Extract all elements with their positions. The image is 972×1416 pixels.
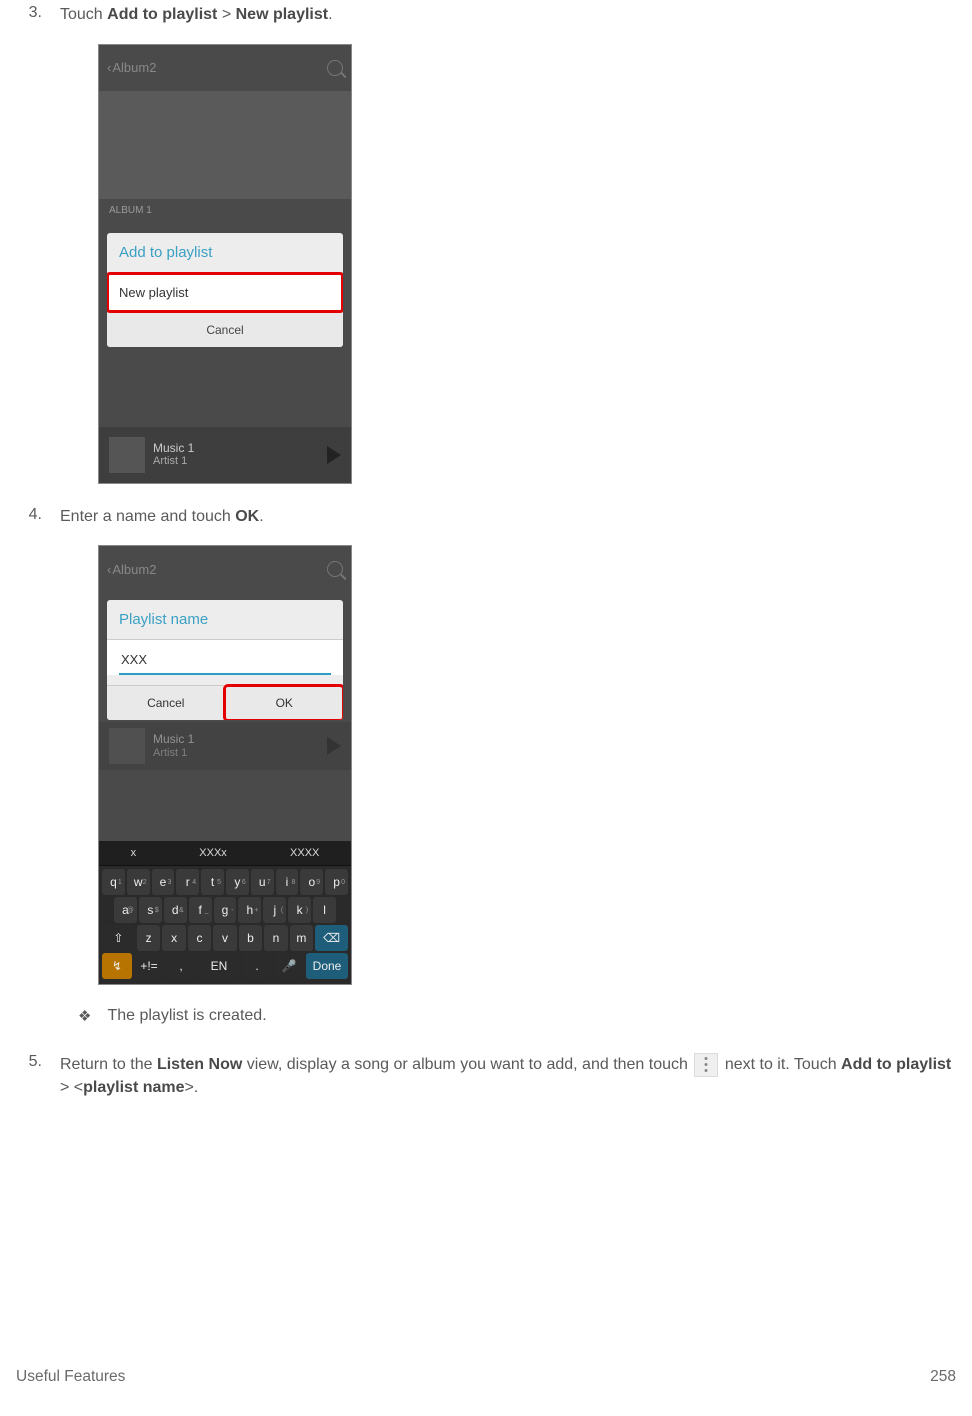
- key[interactable]: ,: [166, 953, 196, 979]
- step-number: 3.: [20, 4, 42, 26]
- now-playing-bar: Music 1 Artist 1: [99, 427, 351, 483]
- key[interactable]: ⌫: [315, 925, 348, 951]
- screen-title: Album2: [112, 60, 156, 75]
- dialog-title: Add to playlist: [107, 233, 343, 273]
- track-thumb: [109, 728, 145, 764]
- dialog-title: Playlist name: [107, 600, 343, 640]
- key[interactable]: d&: [164, 897, 187, 923]
- screenshot-add-to-playlist: ‹ Album2 ALBUM 1 Add to playlist New pla…: [98, 44, 952, 484]
- back-icon: ‹: [107, 60, 108, 75]
- track-title: Music 1: [153, 732, 194, 746]
- key[interactable]: h+: [238, 897, 261, 923]
- back-icon: ‹: [107, 562, 108, 577]
- suggestion[interactable]: x: [131, 847, 137, 859]
- new-playlist-row[interactable]: New playlist: [107, 273, 343, 312]
- album-art: [99, 91, 351, 199]
- key[interactable]: 🎤: [274, 953, 304, 979]
- key[interactable]: .: [242, 953, 272, 979]
- play-icon[interactable]: [327, 446, 341, 464]
- key[interactable]: a@: [114, 897, 137, 923]
- step-text: Touch Add to playlist > New playlist.: [60, 4, 952, 26]
- suggestion[interactable]: XXXX: [290, 847, 319, 859]
- key[interactable]: g-: [214, 897, 237, 923]
- step-3: 3. Touch Add to playlist > New playlist.: [20, 4, 952, 26]
- key[interactable]: l: [313, 897, 336, 923]
- key[interactable]: v: [213, 925, 236, 951]
- key[interactable]: t5: [201, 869, 224, 895]
- key[interactable]: x: [162, 925, 185, 951]
- key[interactable]: b: [239, 925, 262, 951]
- key[interactable]: j(: [263, 897, 286, 923]
- page-footer: Useful Features 258: [0, 1368, 972, 1386]
- playlist-name-input[interactable]: XXX: [119, 648, 331, 675]
- search-icon: [327, 561, 343, 577]
- track-artist: Artist 1: [153, 747, 194, 760]
- key[interactable]: n: [264, 925, 287, 951]
- cancel-button[interactable]: Cancel: [107, 312, 343, 347]
- key[interactable]: o9: [300, 869, 323, 895]
- bullet-icon: ❖: [78, 1007, 91, 1027]
- keyboard: x XXXx XXXX q1w2e3r4t5y6u7i8o9p0 a@s$d&f…: [99, 841, 351, 984]
- playlist-dialog: Add to playlist New playlist Cancel: [107, 233, 343, 347]
- screen-title: Album2: [112, 562, 156, 577]
- ok-button[interactable]: OK: [225, 686, 344, 720]
- key[interactable]: ⇧: [102, 925, 135, 951]
- key[interactable]: Done: [306, 953, 348, 979]
- key[interactable]: y6: [226, 869, 249, 895]
- name-dialog: Playlist name XXX Cancel OK: [107, 600, 343, 720]
- result-note: ❖ The playlist is created.: [78, 1007, 952, 1027]
- note-text: The playlist is created.: [107, 1007, 266, 1027]
- track-artist: Artist 1: [153, 455, 194, 468]
- suggestion[interactable]: XXXx: [199, 847, 227, 859]
- key[interactable]: w2: [127, 869, 150, 895]
- key[interactable]: f_: [189, 897, 212, 923]
- cancel-button[interactable]: Cancel: [107, 686, 225, 720]
- key[interactable]: p0: [325, 869, 348, 895]
- key[interactable]: q1: [102, 869, 125, 895]
- track-title: Music 1: [153, 441, 194, 455]
- key[interactable]: z: [137, 925, 160, 951]
- album-label: ALBUM 1: [99, 199, 351, 233]
- footer-section: Useful Features: [16, 1368, 125, 1386]
- overflow-icon[interactable]: [694, 1053, 718, 1077]
- key[interactable]: s$: [139, 897, 162, 923]
- screenshot-name-playlist: ‹ Album2 Playlist name XXX Cancel OK: [98, 545, 952, 985]
- key[interactable]: r4: [176, 869, 199, 895]
- key[interactable]: EN: [198, 953, 240, 979]
- key[interactable]: +!=: [134, 953, 164, 979]
- key[interactable]: e3: [152, 869, 175, 895]
- step-4: 4. Enter a name and touch OK.: [20, 506, 952, 528]
- key[interactable]: ↯: [102, 953, 132, 979]
- step-5: 5. Return to the Listen Now view, displa…: [20, 1053, 952, 1099]
- suggestion-bar: x XXXx XXXX: [99, 841, 351, 866]
- key[interactable]: m: [290, 925, 313, 951]
- key[interactable]: k): [288, 897, 311, 923]
- play-icon[interactable]: [327, 737, 341, 755]
- track-thumb: [109, 437, 145, 473]
- step-text: Return to the Listen Now view, display a…: [60, 1053, 952, 1099]
- key[interactable]: c: [188, 925, 211, 951]
- page-number: 258: [930, 1368, 956, 1386]
- search-icon: [327, 60, 343, 76]
- key[interactable]: i8: [276, 869, 299, 895]
- key[interactable]: u7: [251, 869, 274, 895]
- step-number: 4.: [20, 506, 42, 528]
- step-text: Enter a name and touch OK.: [60, 506, 952, 528]
- now-playing-bar: Music 1 Artist 1: [99, 722, 351, 770]
- step-number: 5.: [20, 1053, 42, 1099]
